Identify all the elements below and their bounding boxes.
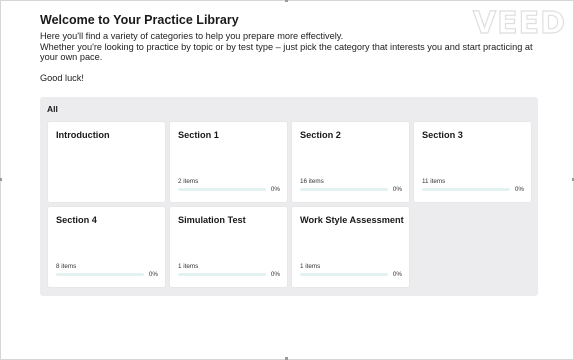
frame-handle-left	[0, 178, 2, 181]
frame-handle-top	[285, 0, 288, 2]
card-progress-percent: 0%	[270, 271, 280, 278]
card-item-count: 8 items	[56, 263, 77, 270]
intro-line-2: Whether you're looking to practice by to…	[40, 41, 533, 63]
category-card-section-2[interactable]: Section 2 16 items 0%	[292, 122, 409, 202]
card-title: Section 4	[56, 215, 97, 225]
card-item-count: 11 items	[422, 178, 446, 185]
intro-text: Here you'll find a variety of categories…	[40, 31, 550, 83]
good-luck-text: Good luck!	[40, 72, 84, 83]
progress-bar	[300, 188, 388, 191]
card-progress-percent: 0%	[392, 271, 402, 278]
card-item-count: 1 items	[178, 263, 199, 270]
category-card-section-4[interactable]: Section 4 8 items 0%	[48, 207, 165, 287]
card-title: Section 3	[422, 130, 463, 140]
card-progress-percent: 0%	[514, 186, 524, 193]
category-card-section-3[interactable]: Section 3 11 items 0%	[414, 122, 531, 202]
card-title: Section 2	[300, 130, 341, 140]
category-card-simulation-test[interactable]: Simulation Test 1 items 0%	[170, 207, 287, 287]
progress-bar	[300, 273, 388, 276]
card-item-count: 16 items	[300, 178, 324, 185]
card-title: Introduction	[56, 130, 110, 140]
progress-bar	[178, 188, 266, 191]
card-progress-percent: 0%	[270, 186, 280, 193]
card-item-count: 1 items	[300, 263, 321, 270]
card-title: Section 1	[178, 130, 219, 140]
progress-bar	[56, 273, 144, 276]
category-card-work-style-assessment[interactable]: Work Style Assessment 1 items 0%	[292, 207, 409, 287]
intro-line-1: Here you'll find a variety of categories…	[40, 31, 344, 41]
card-item-count: 2 items	[178, 178, 199, 185]
card-progress-percent: 0%	[148, 271, 158, 278]
category-card-introduction[interactable]: Introduction	[48, 122, 165, 202]
card-title: Work Style Assessment	[300, 215, 404, 225]
category-card-section-1[interactable]: Section 1 2 items 0%	[170, 122, 287, 202]
progress-bar	[422, 188, 510, 191]
category-filter-all[interactable]: All	[47, 104, 58, 114]
page-title: Welcome to Your Practice Library	[40, 13, 239, 27]
card-progress-percent: 0%	[392, 186, 402, 193]
card-title: Simulation Test	[178, 215, 246, 225]
progress-bar	[178, 273, 266, 276]
category-panel: All Introduction Section 1 2 items 0% Se…	[40, 97, 538, 296]
